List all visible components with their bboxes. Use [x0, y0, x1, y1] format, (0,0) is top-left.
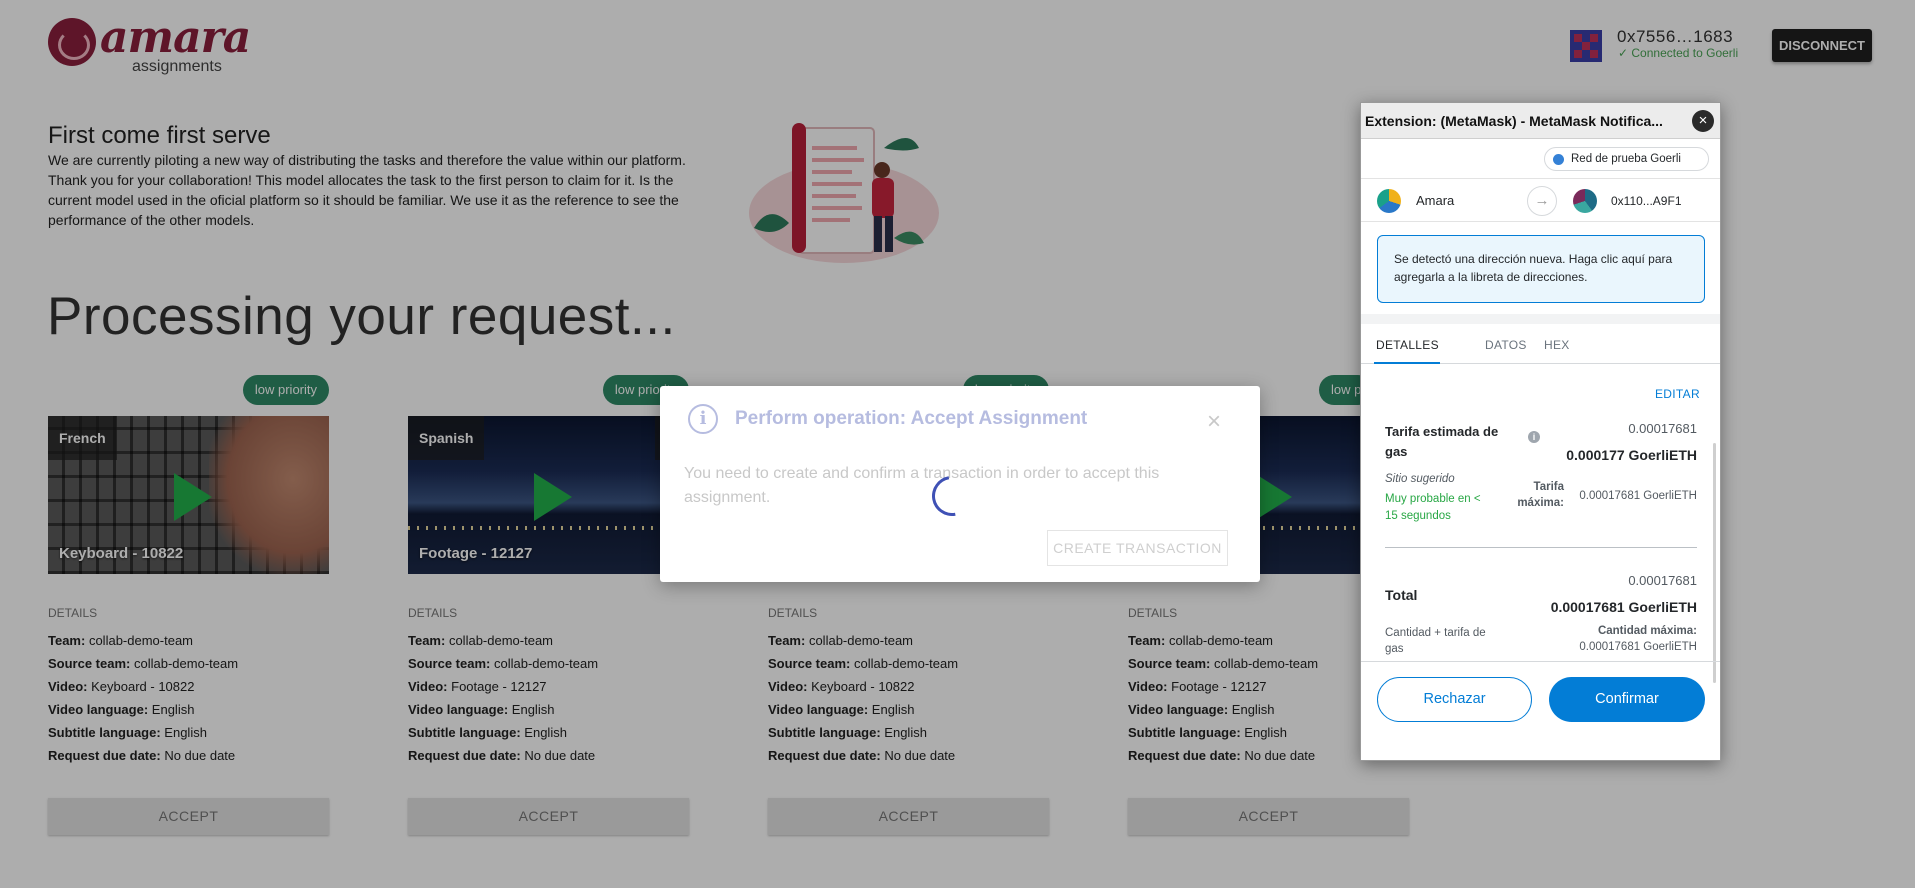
suggested-site-label: Sitio sugerido: [1385, 473, 1455, 485]
arrow-right-icon: →: [1527, 186, 1557, 216]
to-account-avatar: [1573, 189, 1597, 213]
gas-fee-value: 0.00017681: [1628, 421, 1697, 436]
metamask-footer: Rechazar Confirmar: [1361, 661, 1720, 760]
from-account-name: Amara: [1416, 193, 1455, 208]
confirmation-probability: Muy probable en < 15 segundos: [1385, 493, 1481, 522]
edit-gas-button[interactable]: EDITAR: [1655, 387, 1700, 401]
total-label: Total: [1385, 587, 1418, 603]
scrollbar[interactable]: [1713, 443, 1716, 683]
close-icon[interactable]: ×: [1207, 410, 1221, 434]
gas-fee-label: Tarifa estimada de gas: [1385, 424, 1499, 459]
max-fee-value: 0.00017681 GoerliETH: [1579, 490, 1697, 502]
gas-fee-eth: 0.000177 GoerliETH: [1566, 447, 1697, 463]
network-dot-icon: [1553, 154, 1564, 165]
network-selector[interactable]: Red de prueba Goerli: [1544, 147, 1709, 171]
max-amount-value: 0.00017681 GoerliETH: [1579, 641, 1697, 653]
account-transfer-row: Amara → 0x110...A9F1: [1361, 178, 1720, 222]
from-account-avatar: [1377, 189, 1401, 213]
create-transaction-button[interactable]: CREATE TRANSACTION: [1047, 530, 1228, 566]
confirm-button[interactable]: Confirmar: [1549, 677, 1705, 722]
accept-assignment-dialog: i Perform operation: Accept Assignment ×…: [660, 386, 1260, 582]
info-icon[interactable]: i: [1528, 431, 1540, 443]
transaction-tabs: DETALLES DATOS HEX: [1361, 324, 1720, 364]
new-address-alert[interactable]: Se detectó una dirección nueva. Haga cli…: [1377, 235, 1705, 303]
max-fee-label: Tarifa máxima:: [1517, 481, 1564, 509]
metamask-window-title: Extension: (MetaMask) - MetaMask Notific…: [1365, 113, 1663, 129]
dialog-title: Perform operation: Accept Assignment: [735, 408, 1088, 429]
total-value-eth: 0.00017681 GoerliETH: [1550, 599, 1697, 615]
to-account-address[interactable]: 0x110...A9F1: [1611, 194, 1682, 208]
info-icon: i: [688, 404, 718, 434]
metamask-titlebar: Extension: (MetaMask) - MetaMask Notific…: [1361, 103, 1720, 139]
amount-plus-gas-label: Cantidad + tarifa de gas: [1385, 627, 1486, 655]
tab-detalles[interactable]: DETALLES: [1376, 338, 1439, 352]
tab-datos[interactable]: DATOS: [1485, 338, 1527, 352]
metamask-window: Extension: (MetaMask) - MetaMask Notific…: [1360, 102, 1721, 761]
max-amount-label: Cantidad máxima:: [1597, 625, 1697, 637]
total-value: 0.00017681: [1628, 573, 1697, 588]
tab-hex[interactable]: HEX: [1544, 338, 1570, 352]
window-close-icon[interactable]: ×: [1692, 110, 1714, 132]
network-name: Red de prueba Goerli: [1571, 153, 1681, 165]
reject-button[interactable]: Rechazar: [1377, 677, 1532, 722]
